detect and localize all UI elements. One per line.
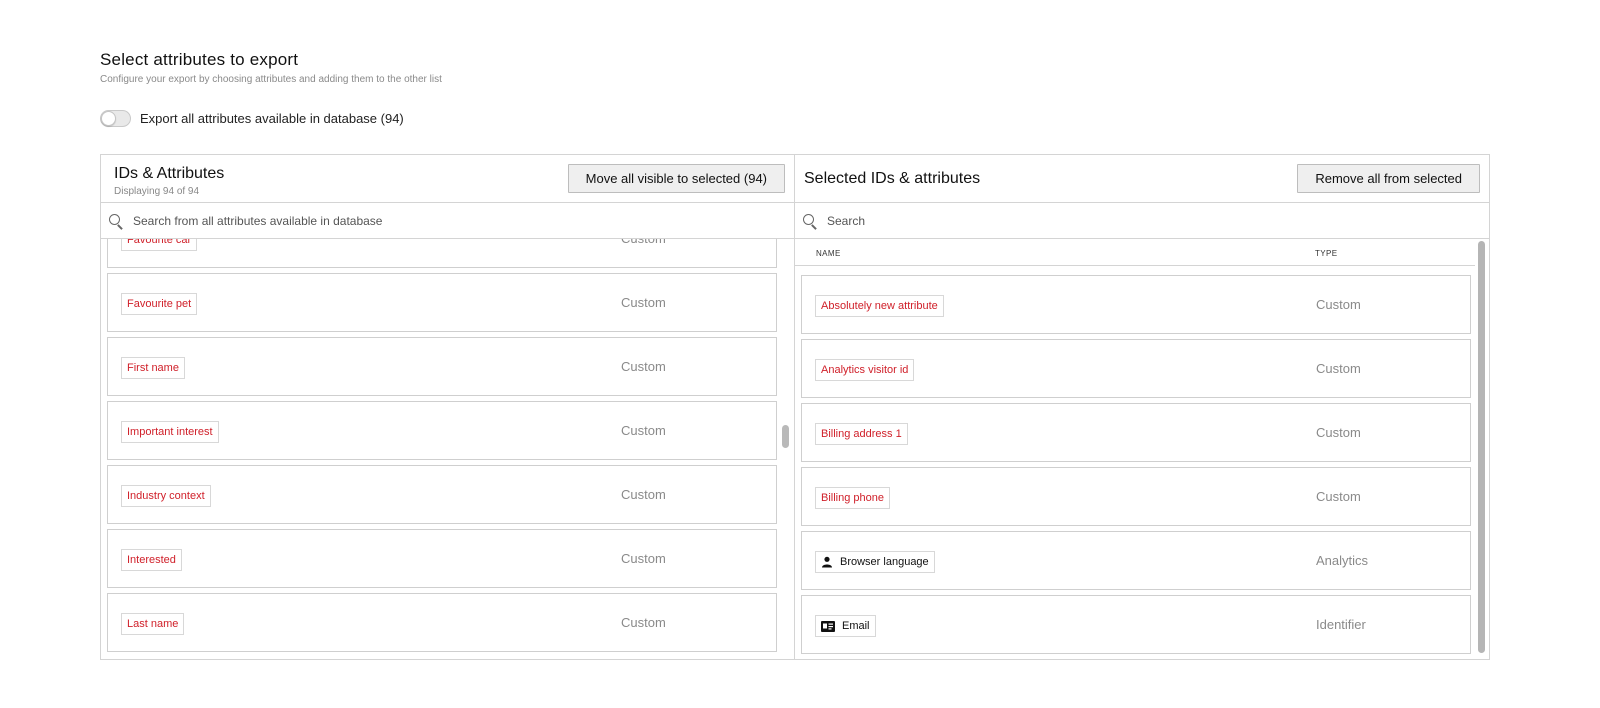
selected-scrollbar[interactable] <box>1478 241 1486 657</box>
attribute-type: Custom <box>1316 361 1361 376</box>
attribute-tag-label: Browser language <box>840 556 929 568</box>
available-count: Displaying 94 of 94 <box>114 186 200 197</box>
attribute-tag: Important interest <box>121 421 219 443</box>
export-all-label: Export all attributes available in datab… <box>140 111 404 126</box>
attribute-tag: Favourite car <box>121 239 198 251</box>
list-item[interactable]: Analytics visitor id Custom <box>801 339 1471 398</box>
export-all-row: Export all attributes available in datab… <box>100 110 404 127</box>
available-search-row <box>101 203 794 239</box>
attribute-tag: Industry context <box>121 485 211 507</box>
page-title: Select attributes to export <box>100 50 299 69</box>
list-item[interactable]: Absolutely new attribute Custom <box>801 275 1471 334</box>
selected-search-input[interactable] <box>827 213 1427 228</box>
selected-panel-title: Selected IDs & attributes <box>804 170 981 187</box>
selected-search-row <box>795 203 1489 239</box>
attribute-type: Custom <box>1316 489 1361 504</box>
column-type-header[interactable]: TYPE <box>1315 249 1338 258</box>
list-item[interactable]: Last name Custom <box>107 593 777 652</box>
attribute-tag: Billing phone <box>815 487 890 509</box>
list-item[interactable]: First name Custom <box>107 337 777 396</box>
list-item[interactable]: Billing phone Custom <box>801 467 1471 526</box>
list-item[interactable]: Browser language Analytics <box>801 531 1471 590</box>
attribute-type: Custom <box>621 487 666 502</box>
list-item[interactable]: Industry context Custom <box>107 465 777 524</box>
attribute-type: Analytics <box>1316 553 1369 568</box>
attribute-tag: Favourite pet <box>121 293 198 315</box>
selected-list: Absolutely new attribute Custom Analytic… <box>795 275 1489 659</box>
available-attributes-panel: IDs & Attributes Displaying 94 of 94 Mov… <box>101 155 795 659</box>
attribute-type: Custom <box>621 551 666 566</box>
available-list: Favourite car Custom Favourite pet Custo… <box>101 239 794 659</box>
attribute-type: Custom <box>1316 297 1361 312</box>
list-item[interactable]: Favourite pet Custom <box>107 273 777 332</box>
page-subtitle: Configure your export by choosing attrib… <box>100 74 442 85</box>
attribute-tag-label: Email <box>842 620 870 632</box>
attribute-type: Custom <box>621 239 666 246</box>
available-panel-header: IDs & Attributes Displaying 94 of 94 Mov… <box>101 155 794 203</box>
search-icon <box>803 213 817 230</box>
attribute-picker: IDs & Attributes Displaying 94 of 94 Mov… <box>100 154 1490 660</box>
attribute-type: Custom <box>621 359 666 374</box>
export-all-toggle[interactable] <box>100 110 131 127</box>
available-scrollbar[interactable] <box>782 239 790 659</box>
attribute-type: Custom <box>621 423 666 438</box>
attribute-tag: Email <box>815 615 876 637</box>
attribute-tag: Billing address 1 <box>815 423 908 445</box>
attribute-tag: Absolutely new attribute <box>815 295 944 317</box>
remove-all-button[interactable]: Remove all from selected <box>1297 164 1480 193</box>
attribute-tag: Browser language <box>815 551 935 573</box>
move-all-visible-button[interactable]: Move all visible to selected (94) <box>567 164 785 193</box>
person-icon <box>821 556 833 568</box>
list-item[interactable]: Interested Custom <box>107 529 777 588</box>
scrollbar-thumb[interactable] <box>782 425 789 448</box>
id-card-icon <box>821 620 835 632</box>
scrollbar-thumb[interactable] <box>1478 241 1485 653</box>
attribute-tag: Interested <box>121 549 182 571</box>
available-search-input[interactable] <box>133 213 733 228</box>
attribute-tag: Last name <box>121 613 185 635</box>
attribute-tag: Analytics visitor id <box>815 359 915 381</box>
selected-column-header: NAME TYPE <box>795 239 1475 266</box>
selected-panel-header: Selected IDs & attributes Remove all fro… <box>795 155 1489 203</box>
toggle-knob <box>101 111 116 126</box>
attribute-type: Custom <box>621 615 666 630</box>
selected-attributes-panel: Selected IDs & attributes Remove all fro… <box>795 155 1489 659</box>
attribute-type: Custom <box>621 295 666 310</box>
list-item[interactable]: Favourite car Custom <box>107 239 777 268</box>
list-item[interactable]: Billing address 1 Custom <box>801 403 1471 462</box>
column-name-header[interactable]: NAME <box>816 249 841 258</box>
page-header: Select attributes to export Configure yo… <box>100 50 442 85</box>
available-panel-title: IDs & Attributes <box>114 165 225 182</box>
attribute-tag: First name <box>121 357 185 379</box>
attribute-type: Identifier <box>1316 617 1366 632</box>
list-item[interactable]: Email Identifier <box>801 595 1471 654</box>
list-item[interactable]: Important interest Custom <box>107 401 777 460</box>
attribute-type: Custom <box>1316 425 1361 440</box>
search-icon <box>109 213 123 230</box>
